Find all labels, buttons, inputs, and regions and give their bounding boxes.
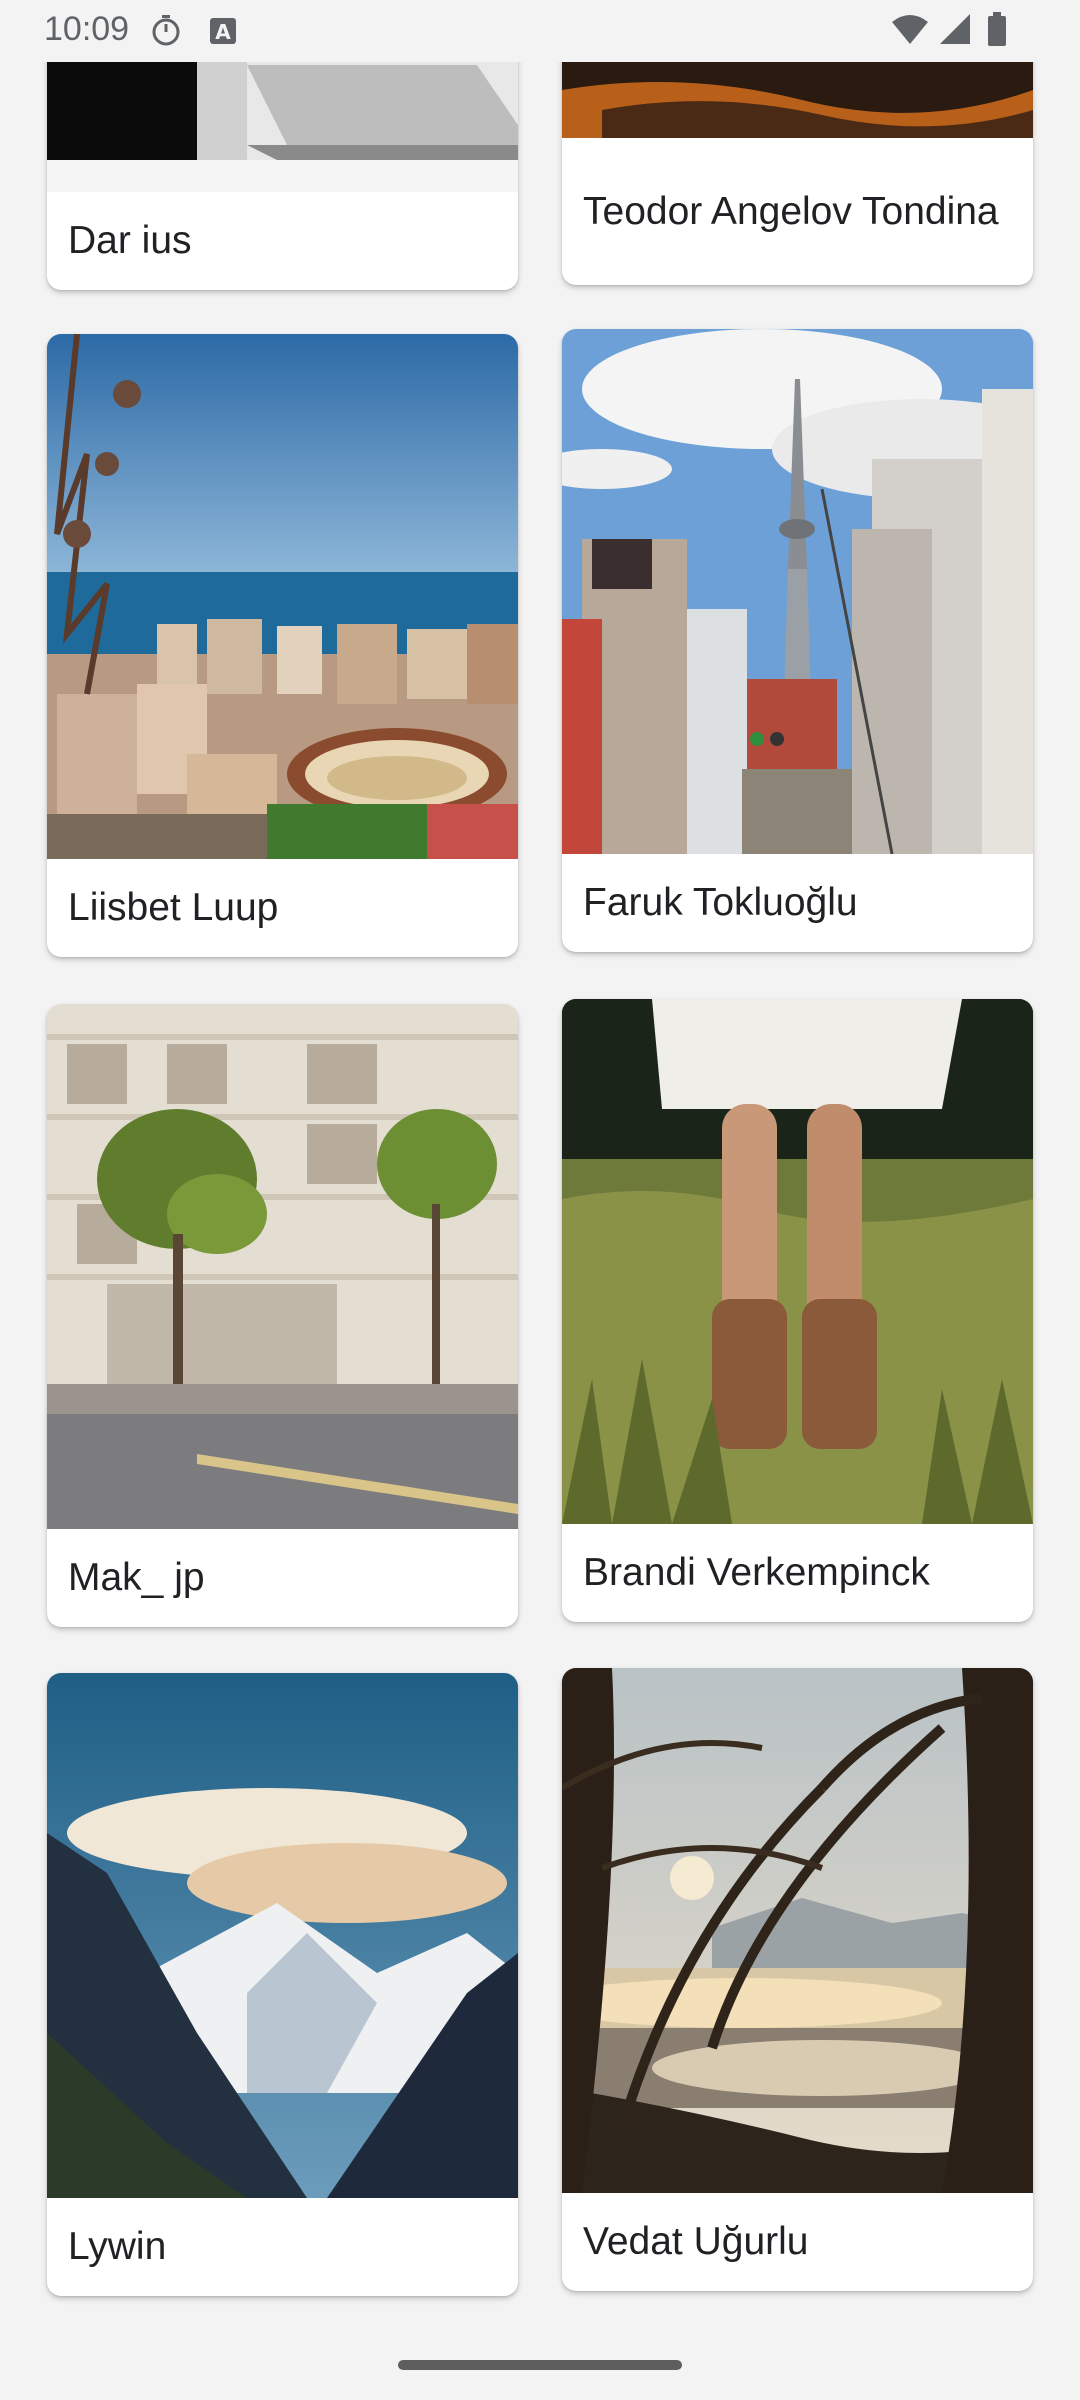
card-photo xyxy=(47,1673,518,2198)
cell-signal-icon xyxy=(936,12,972,53)
battery-icon xyxy=(986,12,1008,53)
gesture-nav-bar xyxy=(0,2320,1080,2400)
gallery-card[interactable]: Faruk Tokluoğlu xyxy=(562,329,1033,952)
a-box-icon: A xyxy=(208,12,238,53)
card-author-name: Vedat Uğurlu xyxy=(583,2220,809,2263)
card-author-name: Dar ius xyxy=(68,219,192,262)
card-author-name: Lywin xyxy=(68,2225,167,2268)
card-author-name: Teodor Angelov Tondina xyxy=(583,189,999,233)
stopwatch-icon xyxy=(148,12,184,53)
card-photo xyxy=(562,329,1033,854)
card-photo xyxy=(47,334,518,859)
card-author-name: Faruk Tokluoğlu xyxy=(583,881,858,924)
gallery-card[interactable]: Brandi Verkempinck xyxy=(562,999,1033,1622)
status-time: 10:09 xyxy=(44,10,130,48)
gallery-card[interactable]: Vedat Uğurlu xyxy=(562,1668,1033,2291)
gallery-card[interactable]: Lywin xyxy=(47,1673,518,2296)
card-photo xyxy=(562,999,1033,1524)
card-photo xyxy=(47,1004,518,1529)
card-author-name: Liisbet Luup xyxy=(68,886,279,929)
card-photo xyxy=(562,1668,1033,2193)
photo-grid: Dar ius Teodor Angelov Tondina Liisbet L… xyxy=(0,0,1080,2320)
card-author-name: Brandi Verkempinck xyxy=(583,1551,930,1594)
wifi-icon xyxy=(890,12,930,53)
gallery-card[interactable]: Mak_ jp xyxy=(47,1004,518,1627)
status-bar: 10:09 A xyxy=(0,0,1080,62)
svg-text:A: A xyxy=(215,20,231,44)
card-author-name: Mak_ jp xyxy=(68,1556,205,1599)
gallery-card[interactable]: Liisbet Luup xyxy=(47,334,518,957)
home-handle[interactable] xyxy=(398,2360,682,2370)
